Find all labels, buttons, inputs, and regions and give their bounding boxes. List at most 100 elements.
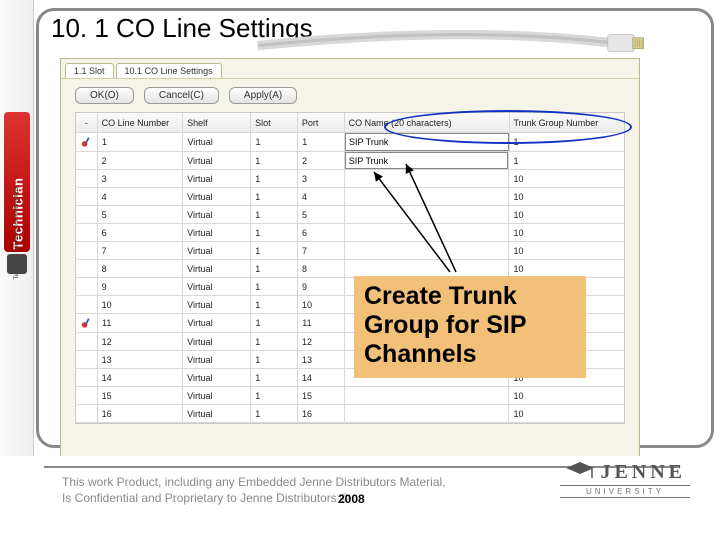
col-name[interactable]: CO Name (20 characters) (345, 113, 510, 132)
cell-shelf: Virtual (183, 260, 251, 277)
cell-shelf: Virtual (183, 351, 251, 368)
cell-name (345, 188, 510, 205)
table-row[interactable]: 6Virtual1610 (76, 224, 624, 242)
cell-trunk-group[interactable]: 1 (509, 152, 624, 169)
cell-slot: 1 (251, 188, 298, 205)
cell-number: 6 (98, 224, 184, 241)
cell-port: 14 (298, 369, 345, 386)
cell-number: 2 (98, 152, 184, 169)
footer-legal-2: Is Confidential and Proprietary to Jenne… (62, 491, 349, 505)
row-badge (76, 333, 98, 350)
pencil-icon (80, 316, 93, 330)
cell-number: 16 (98, 405, 184, 422)
tab-strip: 1.1 Slot 10.1 CO Line Settings (61, 59, 639, 79)
tab-slot[interactable]: 1.1 Slot (65, 63, 114, 78)
row-badge (76, 405, 98, 422)
cell-number: 8 (98, 260, 184, 277)
apply-button[interactable]: Apply(A) (229, 87, 297, 104)
cell-trunk-group[interactable]: 10 (509, 170, 624, 187)
table-row[interactable]: 1Virtual111 (76, 133, 624, 152)
cell-port: 10 (298, 296, 345, 313)
cell-slot: 1 (251, 133, 298, 151)
cell-slot: 1 (251, 242, 298, 259)
cell-port: 7 (298, 242, 345, 259)
cell-shelf: Virtual (183, 405, 251, 422)
cell-shelf: Virtual (183, 314, 251, 332)
cell-number: 4 (98, 188, 184, 205)
table-row[interactable]: 5Virtual1510 (76, 206, 624, 224)
footer-legal: This work Product, including any Embedde… (62, 474, 446, 506)
cell-shelf: Virtual (183, 369, 251, 386)
table-row[interactable]: 16Virtual11610 (76, 405, 624, 423)
col-port[interactable]: Port (298, 113, 345, 132)
col-trunk-group[interactable]: Trunk Group Number (510, 113, 625, 132)
cell-number: 10 (98, 296, 184, 313)
table-row[interactable]: 4Virtual1410 (76, 188, 624, 206)
cell-trunk-group[interactable]: 10 (509, 188, 624, 205)
cell-trunk-group[interactable]: 10 (509, 242, 624, 259)
cell-slot: 1 (251, 170, 298, 187)
cell-slot: 1 (251, 387, 298, 404)
cell-name (345, 206, 510, 223)
ok-button[interactable]: OK(O) (75, 87, 134, 104)
table-row[interactable]: 7Virtual1710 (76, 242, 624, 260)
cell-slot: 1 (251, 260, 298, 277)
cell-slot: 1 (251, 224, 298, 241)
cell-trunk-group[interactable]: 10 (509, 405, 624, 422)
cell-port: 8 (298, 260, 345, 277)
cell-trunk-group[interactable]: 10 (509, 387, 624, 404)
row-badge (76, 351, 98, 368)
cell-port: 6 (298, 224, 345, 241)
row-badge (76, 242, 98, 259)
co-name-input[interactable] (345, 152, 509, 169)
cell-number: 15 (98, 387, 184, 404)
col-slot[interactable]: Slot (251, 113, 298, 132)
cell-port: 3 (298, 170, 345, 187)
cell-name (345, 242, 510, 259)
cell-number: 13 (98, 351, 184, 368)
cell-slot: 1 (251, 278, 298, 295)
cell-number: 14 (98, 369, 184, 386)
row-badge (76, 278, 98, 295)
cell-number: 3 (98, 170, 184, 187)
row-badge (76, 387, 98, 404)
table-row[interactable]: 15Virtual11510 (76, 387, 624, 405)
cell-port: 4 (298, 188, 345, 205)
cancel-button[interactable]: Cancel(C) (144, 87, 219, 104)
footer-logo-sub: UNIVERSITY (560, 485, 690, 498)
cell-name (345, 260, 510, 277)
row-badge (76, 224, 98, 241)
cell-slot: 1 (251, 405, 298, 422)
footer: This work Product, including any Embedde… (0, 456, 720, 540)
cell-slot: 1 (251, 369, 298, 386)
cell-trunk-group[interactable]: 10 (509, 206, 624, 223)
table-row[interactable]: 3Virtual1310 (76, 170, 624, 188)
row-badge (76, 296, 98, 313)
cell-name (345, 152, 510, 169)
tab-co-line-settings[interactable]: 10.1 CO Line Settings (116, 63, 222, 78)
cell-number: 7 (98, 242, 184, 259)
cell-shelf: Virtual (183, 278, 251, 295)
cell-slot: 1 (251, 152, 298, 169)
cell-shelf: Virtual (183, 387, 251, 404)
cell-port: 15 (298, 387, 345, 404)
cell-shelf: Virtual (183, 170, 251, 187)
row-badge (76, 152, 98, 169)
row-badge (76, 260, 98, 277)
table-row[interactable]: 2Virtual121 (76, 152, 624, 170)
cell-slot: 1 (251, 206, 298, 223)
cell-trunk-group[interactable]: 1 (510, 133, 624, 151)
row-badge (76, 188, 98, 205)
cell-trunk-group[interactable]: 10 (509, 224, 624, 241)
cell-shelf: Virtual (183, 206, 251, 223)
row-badge (76, 170, 98, 187)
cell-number: 5 (98, 206, 184, 223)
brand-tagline: Technical Solutions for Technicians (14, 158, 20, 308)
cell-trunk-group[interactable]: 10 (509, 260, 624, 277)
co-name-input[interactable] (345, 133, 509, 151)
table-header: - CO Line Number Shelf Slot Port CO Name… (76, 113, 624, 133)
col-badge[interactable]: - (76, 113, 98, 132)
cell-port: 1 (298, 133, 345, 151)
col-shelf[interactable]: Shelf (183, 113, 251, 132)
col-number[interactable]: CO Line Number (98, 113, 183, 132)
